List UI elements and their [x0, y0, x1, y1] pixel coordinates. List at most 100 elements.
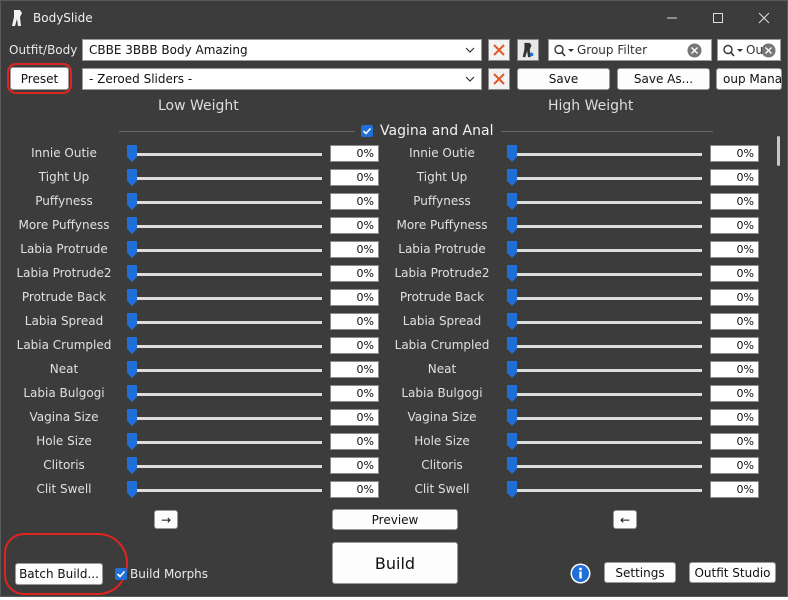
low-slider-thumb[interactable]	[127, 145, 137, 162]
low-slider-thumb[interactable]	[127, 169, 137, 186]
low-slider-track[interactable]	[129, 417, 322, 420]
low-slider-thumb[interactable]	[127, 241, 137, 258]
low-slider-track[interactable]	[129, 345, 322, 348]
high-slider-thumb[interactable]	[507, 217, 517, 234]
low-slider-track[interactable]	[129, 225, 322, 228]
low-slider-thumb[interactable]	[127, 289, 137, 306]
high-slider-track[interactable]	[509, 321, 702, 324]
low-slider-thumb[interactable]	[127, 313, 137, 330]
high-slider-thumb[interactable]	[507, 409, 517, 426]
low-slider-track[interactable]	[129, 393, 322, 396]
group-manager-button[interactable]: oup Manag	[716, 68, 782, 90]
low-slider-track[interactable]	[129, 273, 322, 276]
low-slider-thumb[interactable]	[127, 385, 137, 402]
group-filter-input[interactable]: Group Filter	[548, 39, 712, 61]
low-value-field[interactable]: 0%	[330, 169, 379, 186]
low-slider-track[interactable]	[129, 249, 322, 252]
low-slider-track[interactable]	[129, 297, 322, 300]
save-button[interactable]: Save	[517, 68, 610, 90]
low-value-field[interactable]: 0%	[330, 145, 379, 162]
build-morphs-checkbox[interactable]	[115, 568, 127, 580]
high-slider-track[interactable]	[509, 297, 702, 300]
clear-outfit-button[interactable]	[488, 39, 510, 61]
high-value-field[interactable]: 0%	[710, 313, 759, 330]
high-value-field[interactable]: 0%	[710, 193, 759, 210]
high-slider-track[interactable]	[509, 225, 702, 228]
outfit-dropdown[interactable]: CBBE 3BBB Body Amazing	[82, 39, 482, 61]
high-value-field[interactable]: 0%	[710, 265, 759, 282]
low-slider-track[interactable]	[129, 441, 322, 444]
high-slider-track[interactable]	[509, 369, 702, 372]
low-slider-track[interactable]	[129, 321, 322, 324]
high-slider-track[interactable]	[509, 201, 702, 204]
high-slider-track[interactable]	[509, 345, 702, 348]
high-value-field[interactable]: 0%	[710, 433, 759, 450]
outfit-studio-button[interactable]: Outfit Studio	[689, 562, 776, 583]
low-value-field[interactable]: 0%	[330, 457, 379, 474]
low-slider-track[interactable]	[129, 201, 322, 204]
save-as-button[interactable]: Save As...	[617, 68, 710, 90]
low-value-field[interactable]: 0%	[330, 193, 379, 210]
high-slider-thumb[interactable]	[507, 361, 517, 378]
high-slider-thumb[interactable]	[507, 433, 517, 450]
high-slider-thumb[interactable]	[507, 193, 517, 210]
minimize-button[interactable]	[649, 1, 695, 35]
high-slider-thumb[interactable]	[507, 289, 517, 306]
clear-search-icon[interactable]	[687, 43, 702, 58]
high-value-field[interactable]: 0%	[710, 145, 759, 162]
low-slider-track[interactable]	[129, 369, 322, 372]
low-slider-thumb[interactable]	[127, 409, 137, 426]
high-value-field[interactable]: 0%	[710, 289, 759, 306]
settings-button[interactable]: Settings	[604, 562, 676, 583]
close-button[interactable]	[741, 1, 787, 35]
low-slider-track[interactable]	[129, 177, 322, 180]
high-slider-track[interactable]	[509, 489, 702, 492]
high-slider-thumb[interactable]	[507, 169, 517, 186]
low-slider-thumb[interactable]	[127, 433, 137, 450]
high-value-field[interactable]: 0%	[710, 457, 759, 474]
high-value-field[interactable]: 0%	[710, 361, 759, 378]
outfit-filter-input[interactable]: Ou	[717, 39, 781, 61]
low-slider-track[interactable]	[129, 153, 322, 156]
high-slider-thumb[interactable]	[507, 481, 517, 498]
clear-preset-button[interactable]	[488, 68, 510, 90]
copy-to-high-button[interactable]: →	[154, 510, 178, 529]
low-value-field[interactable]: 0%	[330, 313, 379, 330]
high-slider-thumb[interactable]	[507, 265, 517, 282]
low-slider-thumb[interactable]	[127, 457, 137, 474]
low-value-field[interactable]: 0%	[330, 217, 379, 234]
group-checkbox[interactable]	[361, 125, 373, 137]
copy-to-low-button[interactable]: ←	[613, 510, 637, 529]
low-slider-track[interactable]	[129, 465, 322, 468]
low-value-field[interactable]: 0%	[330, 361, 379, 378]
low-slider-thumb[interactable]	[127, 265, 137, 282]
low-slider-thumb[interactable]	[127, 481, 137, 498]
high-slider-track[interactable]	[509, 393, 702, 396]
high-slider-track[interactable]	[509, 273, 702, 276]
high-value-field[interactable]: 0%	[710, 385, 759, 402]
maximize-button[interactable]	[695, 1, 741, 35]
load-group-button[interactable]	[517, 39, 539, 61]
low-slider-track[interactable]	[129, 489, 322, 492]
high-slider-thumb[interactable]	[507, 337, 517, 354]
high-value-field[interactable]: 0%	[710, 217, 759, 234]
high-slider-thumb[interactable]	[507, 241, 517, 258]
high-slider-thumb[interactable]	[507, 385, 517, 402]
low-slider-thumb[interactable]	[127, 193, 137, 210]
low-value-field[interactable]: 0%	[330, 241, 379, 258]
low-value-field[interactable]: 0%	[330, 265, 379, 282]
low-value-field[interactable]: 0%	[330, 289, 379, 306]
low-value-field[interactable]: 0%	[330, 433, 379, 450]
high-value-field[interactable]: 0%	[710, 481, 759, 498]
high-value-field[interactable]: 0%	[710, 337, 759, 354]
low-slider-thumb[interactable]	[127, 217, 137, 234]
preset-dropdown[interactable]: - Zeroed Sliders -	[82, 68, 482, 90]
high-slider-track[interactable]	[509, 177, 702, 180]
high-slider-thumb[interactable]	[507, 313, 517, 330]
low-slider-thumb[interactable]	[127, 337, 137, 354]
high-slider-track[interactable]	[509, 441, 702, 444]
high-slider-track[interactable]	[509, 417, 702, 420]
high-slider-track[interactable]	[509, 249, 702, 252]
high-value-field[interactable]: 0%	[710, 241, 759, 258]
scrollbar-thumb[interactable]	[777, 136, 780, 166]
